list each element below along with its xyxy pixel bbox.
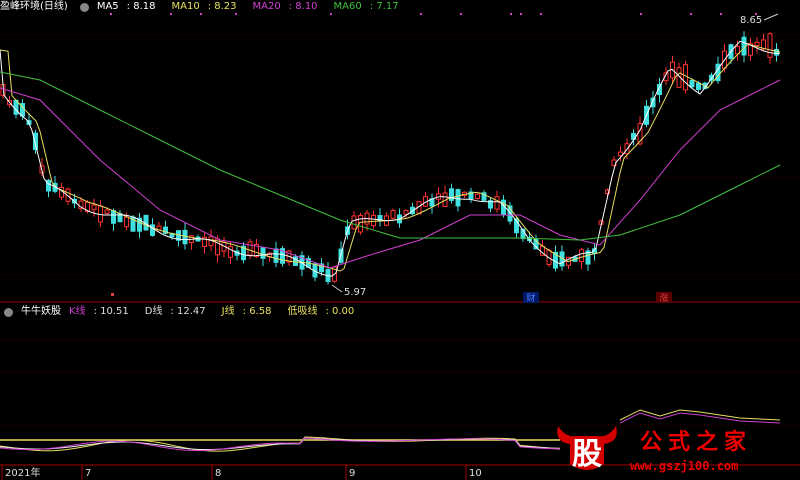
candle-body [104,209,110,214]
event-dot [110,13,112,15]
event-dot [540,13,542,15]
x-tick-label: 7 [85,468,91,479]
event-dot [520,13,522,15]
badge-text: 股 [572,437,602,472]
candle-body [579,249,584,263]
ma5-line [0,40,781,277]
candle-body [91,204,97,211]
candle-body [754,41,760,46]
candle-body [111,210,116,224]
event-dot [330,13,332,15]
bull-badge-icon: 股 [557,426,617,472]
event-dot [200,13,202,15]
candle-body [371,214,376,227]
event-dot [235,13,237,15]
candle-body [689,79,695,88]
candle-body [33,132,38,151]
candle-body [403,210,409,215]
ma10-line [0,43,781,272]
candle-body [774,48,779,56]
event-dot [420,13,422,15]
watermark-title: 公式之家 [640,430,753,455]
x-tick-label: 8 [215,468,221,479]
x-tick-label: 2021年 [5,466,40,479]
event-dot [755,13,757,15]
watermark-site: www.gszj100.com [630,459,739,473]
price-chart[interactable]: 8.65 5.97 财 涨 2021年 7 8 9 10 [0,0,800,480]
event-dot [720,13,722,15]
candle-body [260,247,266,259]
candle-body [683,64,688,91]
marker-rise: 涨 [659,293,668,304]
x-tick-label: 9 [349,468,355,479]
event-dot [510,13,512,15]
candle-body [475,193,480,199]
candle-body [767,33,773,58]
candle-body [494,196,500,210]
ma20-line [0,79,781,269]
marker-finance: 财 [526,292,535,304]
candle-body [150,224,155,236]
candle-body [182,229,188,245]
candle-body [696,82,701,91]
candle-body [390,209,396,219]
event-dot [640,13,642,15]
high-pointer [763,13,779,21]
low-price-label: 5.97 [344,287,366,298]
event-dot [690,13,692,15]
candle-body [273,248,279,263]
event-dot [460,13,462,15]
marker-dot [111,293,114,296]
candle-body [455,189,461,207]
high-price-label: 8.65 [740,15,762,26]
x-tick-label: 10 [469,468,482,479]
candle-body [247,241,253,256]
event-dot [170,13,172,15]
low-pointer [331,284,343,293]
candle-body [124,216,129,228]
candle-body [351,215,357,230]
